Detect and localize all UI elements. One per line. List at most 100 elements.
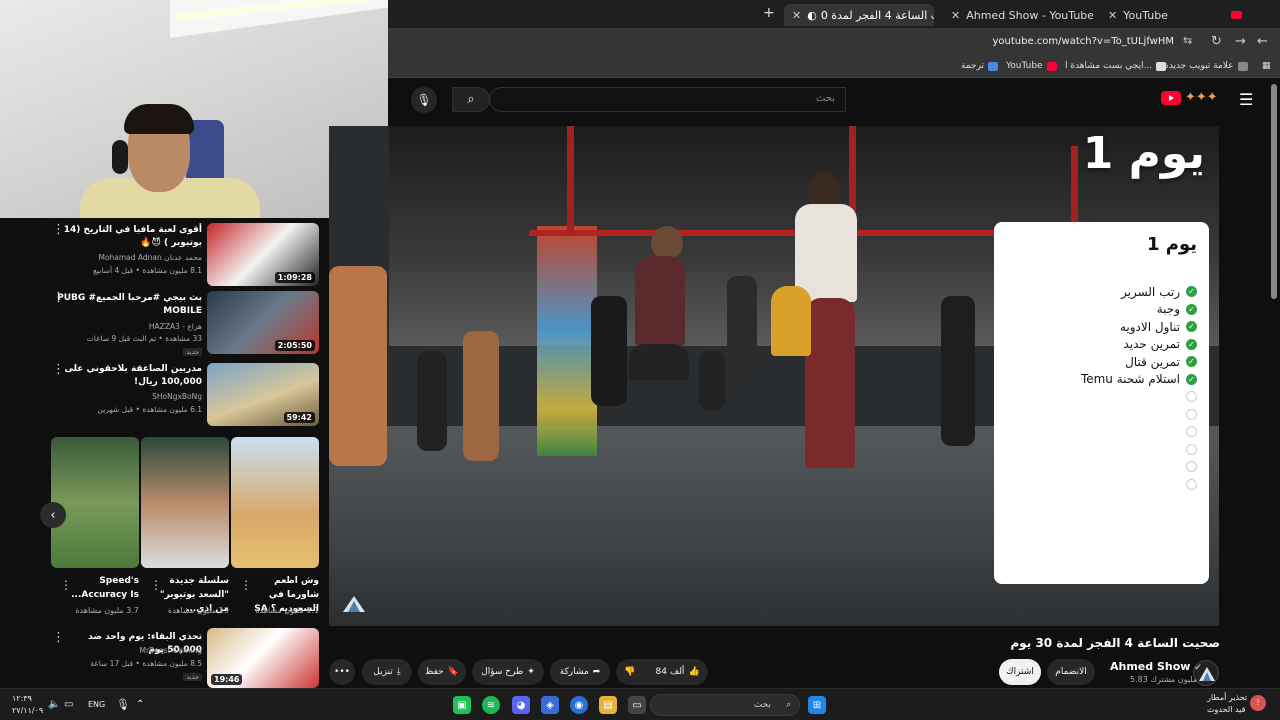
site-settings-icon[interactable]: ⇆: [1183, 34, 1192, 47]
checklist-item: ✓ استلام شحنة Temu: [1006, 371, 1197, 389]
video-thumbnail[interactable]: 1:09:28: [207, 223, 319, 286]
short-title[interactable]: Speed's Accuracy Is...: [69, 574, 139, 602]
like-icon[interactable]: 👍: [688, 667, 699, 677]
spotify-icon[interactable]: ≋: [482, 696, 500, 714]
more-options-icon[interactable]: ⋮: [60, 578, 72, 592]
weather-title[interactable]: تحذير أمطار: [1207, 693, 1247, 702]
url-field[interactable]: youtube.com/watch?v=To_tULjfwHM: [993, 36, 1175, 47]
channel-name[interactable]: هزاع - HAZZA3: [52, 322, 202, 331]
video-player[interactable]: يوم 1 يوم 1 ✓ رتب السرير ✓ وجبة ✓ تناول الادو…: [329, 126, 1219, 626]
short-meta: 13 مليون مشاهدة: [167, 606, 229, 615]
carousel-prev-button[interactable]: ‹: [40, 502, 66, 528]
doodle-icon: ✦✦✦: [1185, 90, 1218, 105]
more-actions-button[interactable]: •••: [329, 659, 355, 685]
video-thumbnail[interactable]: 19:46: [207, 628, 319, 688]
chevron-up-icon[interactable]: ⌃: [136, 699, 144, 710]
forward-icon[interactable]: →: [1235, 34, 1246, 49]
bookmark-translate[interactable]: ترجمة: [961, 61, 999, 71]
channel-name[interactable]: محمد عدنان Mohamad Adnan: [52, 253, 202, 262]
more-options-icon[interactable]: ⋮: [52, 362, 65, 377]
chrome-icon[interactable]: ◉: [570, 696, 588, 714]
back-icon[interactable]: ←: [1257, 34, 1268, 49]
save-button[interactable]: حفظ 🔖: [418, 659, 466, 685]
bookmarks-grid-icon[interactable]: ▦: [1262, 61, 1271, 71]
bookmarks-bar: ▦ علامة تبويب جديدة ايجي بست مشاهدة ا...…: [388, 56, 1280, 78]
webcam-headset: [112, 140, 128, 174]
join-button[interactable]: الانضمام: [1047, 659, 1095, 685]
channel-name[interactable]: MrBeast Gaming: [52, 646, 202, 655]
checklist-item: ✓ تمرين حديد: [1006, 336, 1197, 354]
tab-youtube[interactable]: ✕ YouTube: [1100, 4, 1250, 26]
short-thumbnail[interactable]: [141, 437, 229, 568]
search-button[interactable]: ⌕: [452, 87, 490, 112]
more-options-icon[interactable]: ⋮: [52, 290, 65, 305]
fighter-head: [651, 226, 683, 260]
volume-icon[interactable]: 🔈: [48, 699, 60, 710]
network-icon[interactable]: ▭: [64, 699, 73, 710]
file-explorer-icon[interactable]: ▤: [599, 696, 617, 714]
page-scrollbar[interactable]: [1271, 84, 1277, 299]
bookmark-label: ترجمة: [961, 61, 985, 71]
windows-start-icon[interactable]: ⊞: [808, 696, 826, 714]
chevron-left-icon: ‹: [50, 507, 56, 523]
weather-alert-icon[interactable]: !: [1250, 695, 1266, 711]
search-icon: ⌕: [467, 92, 475, 107]
new-tab-button[interactable]: +: [763, 5, 775, 21]
video-duration: 1:09:28: [274, 272, 315, 283]
discord-icon[interactable]: ◕: [512, 696, 530, 714]
close-tab-icon[interactable]: ✕: [951, 9, 960, 22]
tab-active-video[interactable]: ✕ ◐ صحيت الساعة 4 الفجر لمدة 0: [784, 4, 934, 26]
taskbar-search-input[interactable]: بحث ⌕: [650, 694, 800, 716]
video-thumbnail[interactable]: 2:05:50: [207, 291, 319, 354]
youtube-logo[interactable]: ✦✦✦: [1161, 90, 1218, 105]
video-duration: 2:05:50: [274, 340, 315, 351]
bookmark-new-tab[interactable]: علامة تبويب جديدة: [1164, 61, 1248, 71]
share-button[interactable]: مشاركة ➦: [550, 659, 610, 685]
ask-button[interactable]: طرح سؤال ✦: [472, 659, 544, 685]
task-view-icon[interactable]: ▭: [628, 696, 646, 714]
more-options-icon[interactable]: ⋮: [240, 578, 252, 592]
tab-label: صحيت الساعة 4 الفجر لمدة 0: [820, 8, 934, 22]
language-indicator[interactable]: ENG: [88, 700, 105, 709]
fighter-head: [807, 172, 841, 208]
checklist-item: [1006, 458, 1197, 476]
channel-watermark-icon[interactable]: [343, 596, 365, 612]
close-tab-icon[interactable]: ✕: [1108, 9, 1117, 22]
empty-circle-icon: [1186, 461, 1197, 473]
channel-name[interactable]: SHoNgxBoNg: [52, 392, 202, 401]
short-thumbnail[interactable]: [231, 437, 319, 568]
clock-time[interactable]: ١٢:٣٩: [12, 694, 32, 703]
short-thumbnail[interactable]: [51, 437, 139, 568]
search-input[interactable]: بحث: [489, 87, 846, 112]
more-options-icon[interactable]: ⋮: [52, 630, 65, 645]
bookmark-youtube[interactable]: YouTube: [1006, 61, 1057, 71]
download-label: تنزيل: [373, 667, 393, 677]
mic-tray-icon[interactable]: 🎙: [116, 698, 130, 711]
mic-icon[interactable]: 🎙: [411, 87, 437, 113]
download-button[interactable]: تنزيل ⤓: [362, 659, 412, 685]
punching-bag: [727, 276, 757, 386]
video-thumbnail[interactable]: 59:42: [207, 363, 319, 426]
video-title: صحيت الساعة 4 الفجر لمدة 30 يوم: [1010, 636, 1220, 650]
clock-date[interactable]: ٢٧/١١/٠٩: [12, 706, 43, 715]
hamburger-menu-icon[interactable]: ☰: [1239, 90, 1253, 109]
app-icon[interactable]: ◈: [541, 696, 559, 714]
bookmark-label: YouTube: [1006, 61, 1043, 71]
subscribe-button[interactable]: اشتراك: [999, 659, 1041, 685]
close-tab-icon[interactable]: ✕: [792, 9, 801, 22]
tab-ahmed-show[interactable]: ✕ Ahmed Show - YouTube: [943, 4, 1093, 26]
reload-icon[interactable]: ↻: [1211, 34, 1222, 49]
red-beam: [529, 230, 1049, 236]
video-title[interactable]: مدربين الصاعقة يلاحقوني على 100,000 ريال…: [52, 363, 202, 389]
more-options-icon[interactable]: ⋮: [52, 222, 65, 237]
bookmark-egybest[interactable]: ايجي بست مشاهدة ا...: [1065, 61, 1167, 71]
fighter-left-torso: [635, 256, 685, 346]
wall-mural: [537, 226, 597, 456]
subscribe-label: اشتراك: [1006, 667, 1034, 677]
app-icon-green[interactable]: ▣: [453, 696, 471, 714]
more-options-icon[interactable]: ⋮: [150, 578, 162, 592]
video-title[interactable]: بث بيجي #مرحبا الجميع# PUBG MOBILE: [52, 292, 202, 318]
audio-icon[interactable]: ◐: [807, 9, 817, 22]
video-title[interactable]: أقوى لعبة مافيا في التاريخ (14 يوتيوبر )…: [52, 224, 202, 250]
dislike-icon[interactable]: 👎: [624, 667, 635, 677]
